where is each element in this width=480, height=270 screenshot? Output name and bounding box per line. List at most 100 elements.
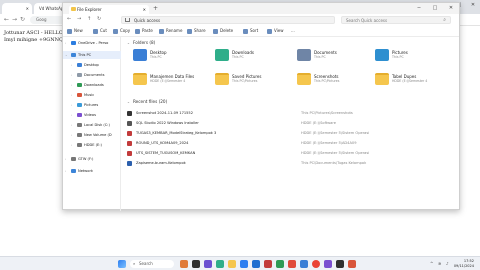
- sidebar-item-videos[interactable]: › Videos: [63, 111, 121, 119]
- folder-tile-manajemen-data[interactable]: Manajemen Data Files HDDE (E:)\Semester 4: [133, 73, 213, 89]
- chevron-right-icon[interactable]: ›: [71, 101, 72, 109]
- app-icon[interactable]: [348, 260, 356, 268]
- folder-tile-pictures[interactable]: Pictures This PC: [375, 49, 455, 65]
- new-icon: [67, 28, 72, 34]
- recent-file-row[interactable]: SQL Studio 2022 Windows Installer HDDE (E…: [127, 119, 455, 128]
- close-icon[interactable]: ✕: [26, 3, 29, 14]
- close-icon[interactable]: ✕: [443, 3, 459, 14]
- recent-file-row[interactable]: Zapiseme-buram-Kelompok This PC\Documents…: [127, 159, 455, 168]
- paste-button[interactable]: Paste: [135, 25, 153, 37]
- forward-arrow-icon[interactable]: →: [12, 14, 17, 26]
- sidebar-item-desktop[interactable]: › Desktop: [63, 61, 121, 69]
- chevron-right-icon[interactable]: ›: [71, 121, 72, 129]
- recent-file-row[interactable]: UTS_SISTEM_TUGUSOM_KEMKAN HDDE (E:)\Semes…: [127, 149, 455, 158]
- app-icon[interactable]: [204, 260, 212, 268]
- sidebar-item-new-volume-d[interactable]: › New Volume (D: [63, 131, 121, 139]
- folder-tile-screenshots[interactable]: Screenshots This PC\Pictures: [297, 73, 377, 89]
- edge-icon[interactable]: [240, 260, 248, 268]
- up-arrow-icon[interactable]: ↑: [87, 14, 91, 25]
- widgets-icon[interactable]: [180, 260, 188, 268]
- sidebar-item-gtw-f[interactable]: › GTW (F:): [63, 155, 121, 163]
- chevron-up-icon[interactable]: ^: [430, 261, 433, 266]
- app-icon[interactable]: [216, 260, 224, 268]
- back-arrow-icon[interactable]: ←: [4, 14, 9, 26]
- sidebar-item-local-disk-c[interactable]: › Local Disk (C:): [63, 121, 121, 129]
- sidebar-item-label: Pictures: [84, 103, 99, 107]
- chevron-right-icon[interactable]: ›: [71, 91, 72, 99]
- recent-files-section-header[interactable]: ⌄ Recent files (20): [127, 99, 167, 104]
- new-tab-icon[interactable]: +: [153, 4, 158, 13]
- forward-arrow-icon[interactable]: →: [77, 14, 81, 25]
- chevron-right-icon[interactable]: ›: [71, 141, 72, 149]
- chrome-icon[interactable]: [312, 260, 320, 268]
- close-icon[interactable]: ✕: [143, 5, 146, 14]
- sidebar-item-downloads[interactable]: › Downloads: [63, 81, 121, 89]
- browser-tab[interactable]: ✕: [2, 3, 32, 14]
- volume-icon[interactable]: ♪: [446, 261, 449, 266]
- sidebar-item-documents[interactable]: › Documents: [63, 71, 121, 79]
- maximize-icon[interactable]: □: [427, 3, 443, 14]
- pictures-folder-icon: [375, 49, 389, 61]
- app-icon[interactable]: [336, 260, 344, 268]
- folder-tile-documents[interactable]: Documents This PC: [297, 49, 377, 65]
- taskbar-search[interactable]: ⌕ Search: [130, 260, 174, 268]
- task-view-icon[interactable]: [192, 260, 200, 268]
- file-location: HDDE (E:)\Semester 5\Sistem Operasi: [301, 131, 370, 135]
- sidebar-item-this-pc[interactable]: ⌄ This PC: [63, 51, 121, 59]
- taskbar-clock[interactable]: 17:52 09/11/2024: [454, 259, 474, 268]
- address-bar[interactable]: Quick access: [121, 16, 335, 24]
- file-explorer-taskbar-icon[interactable]: [228, 260, 236, 268]
- close-icon[interactable]: ✕: [466, 0, 480, 10]
- copy-button[interactable]: Copy: [113, 25, 130, 37]
- folder-icon: [71, 7, 76, 11]
- scissors-icon: [93, 28, 98, 34]
- sidebar-item-music[interactable]: › Music: [63, 91, 121, 99]
- minimize-icon[interactable]: ─: [411, 3, 427, 14]
- sidebar-item-onedrive[interactable]: › OneDrive - Perso: [63, 39, 121, 47]
- chevron-right-icon[interactable]: ›: [65, 155, 66, 163]
- new-button[interactable]: New: [67, 25, 83, 37]
- app-icon[interactable]: [324, 260, 332, 268]
- folder-tile-desktop[interactable]: Desktop This PC: [133, 49, 213, 65]
- folders-section-header[interactable]: ⌄ Folders (8): [127, 40, 155, 45]
- wifi-icon[interactable]: ≋: [438, 261, 441, 266]
- recent-file-row[interactable]: Screenshot 2024-11-09 171552 This PC\Pict…: [127, 109, 455, 118]
- delete-button[interactable]: Delete: [213, 25, 233, 37]
- chevron-right-icon[interactable]: ›: [71, 81, 72, 89]
- chevron-right-icon[interactable]: ›: [71, 71, 72, 79]
- search-input[interactable]: Search Quick access ⌕: [341, 16, 451, 24]
- share-button[interactable]: Share: [187, 25, 206, 37]
- reload-icon[interactable]: ↻: [20, 14, 25, 26]
- chevron-right-icon[interactable]: ›: [71, 111, 72, 119]
- sidebar-item-network[interactable]: › Network: [63, 167, 121, 175]
- sidebar-item-hdde-e[interactable]: › HDDE (E:): [63, 141, 121, 149]
- sort-button[interactable]: Sort: [243, 25, 258, 37]
- recent-file-row[interactable]: ROUND_UTS_KOM4A09_2024 HDDE (E:)\Semester…: [127, 139, 455, 148]
- back-arrow-icon[interactable]: ←: [67, 14, 71, 25]
- refresh-icon[interactable]: ↻: [97, 14, 101, 25]
- recent-file-row[interactable]: TUGAS3_KEMBAR_ModelStrateg_Kelompok 3 HDD…: [127, 129, 455, 138]
- cut-button[interactable]: Cut: [93, 25, 107, 37]
- chevron-right-icon[interactable]: ›: [65, 167, 66, 175]
- store-icon[interactable]: [252, 260, 260, 268]
- whatsapp-icon[interactable]: [276, 260, 284, 268]
- sidebar-item-pictures[interactable]: › Pictures: [63, 101, 121, 109]
- home-icon: [125, 18, 130, 22]
- rename-button[interactable]: Rename: [159, 25, 182, 37]
- explorer-tab[interactable]: File Explorer ✕: [69, 5, 149, 14]
- folder-tile-saved-pictures[interactable]: Saved Pictures This PC\Pictures: [215, 73, 295, 89]
- app-icon[interactable]: [300, 260, 308, 268]
- chevron-right-icon[interactable]: ›: [65, 39, 66, 47]
- folder-tile-downloads[interactable]: Downloads This PC: [215, 49, 295, 65]
- chevron-down-icon[interactable]: ⌄: [65, 51, 68, 59]
- documents-icon: [77, 73, 82, 77]
- chevron-right-icon[interactable]: ›: [71, 61, 72, 69]
- pdf-file-icon: [127, 141, 132, 146]
- app-icon[interactable]: [264, 260, 272, 268]
- folder-tile-tabel[interactable]: Tabel Dupes HDDE (E:)\Semester 4: [375, 73, 455, 89]
- app-icon[interactable]: [288, 260, 296, 268]
- chevron-right-icon[interactable]: ›: [71, 131, 72, 139]
- more-button[interactable]: ...: [291, 25, 295, 37]
- start-icon[interactable]: [118, 260, 126, 268]
- view-button[interactable]: View: [267, 25, 284, 37]
